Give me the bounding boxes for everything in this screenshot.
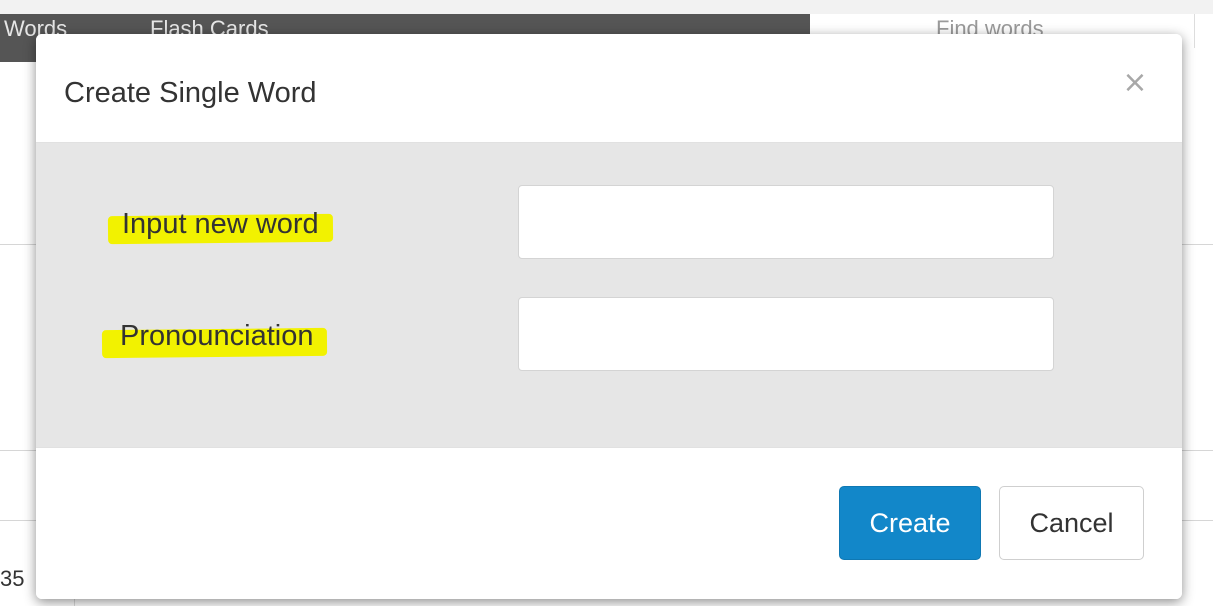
app-page: Words Flash Cards Find words 35 Create S… [0,0,1213,606]
pronunciation-label: Pronounciation [101,319,328,359]
pronunciation-label-text: Pronounciation [120,320,314,352]
new-word-input[interactable] [518,185,1054,259]
create-button[interactable]: Create [839,486,981,560]
modal-header: Create Single Word × [36,34,1182,142]
close-icon[interactable]: × [1120,68,1150,98]
table-cell-number: 35 [0,566,25,591]
create-word-modal: Create Single Word × Input new word Pron… [36,34,1182,599]
cancel-button[interactable]: Cancel [999,486,1144,560]
modal-body: Input new word Pronounciation [36,142,1182,448]
search-divider [1194,14,1195,48]
word-label: Input new word [107,207,333,245]
pronunciation-input[interactable] [518,297,1054,371]
modal-footer: Create Cancel [36,448,1182,599]
word-label-text: Input new word [122,208,319,240]
modal-title: Create Single Word [64,77,317,109]
